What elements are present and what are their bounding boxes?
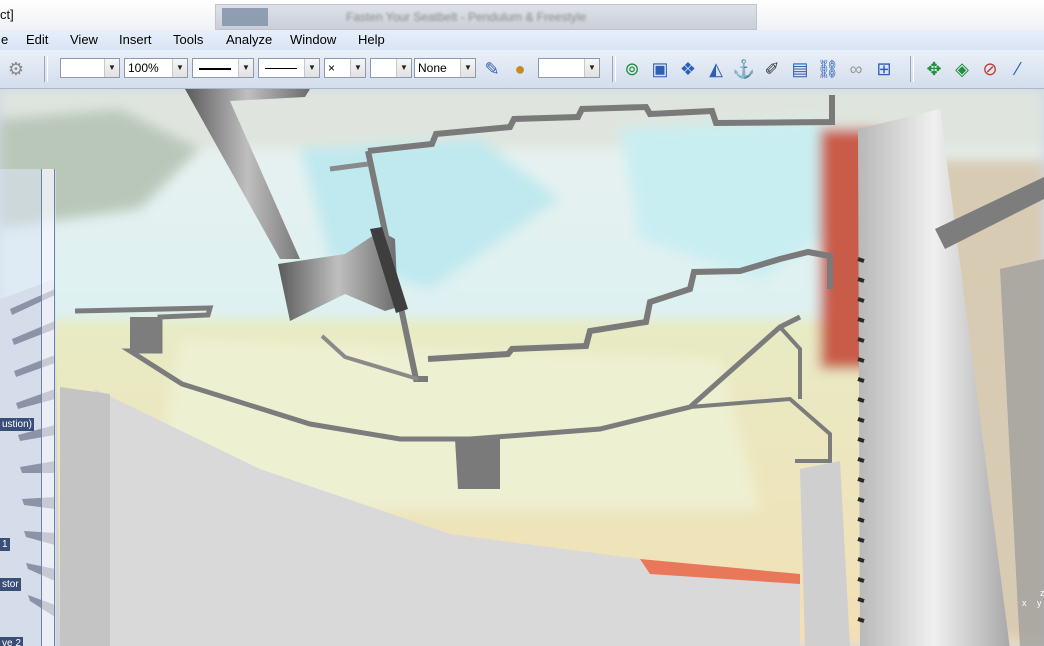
- chevron-down-icon[interactable]: ▼: [238, 59, 253, 77]
- axis-x-label: x: [1022, 598, 1027, 608]
- title-bar: ct] Fasten Your Seatbelt - Pendulum & Fr…: [0, 0, 1044, 31]
- unpin-icon[interactable]: ⊘: [978, 57, 1002, 81]
- material-sphere-icon[interactable]: ●: [508, 57, 532, 81]
- chevron-down-icon[interactable]: ▼: [396, 59, 411, 77]
- grid-icon[interactable]: ⊞: [872, 57, 896, 81]
- tree-item-label[interactable]: stor: [0, 578, 21, 591]
- rotate-icon[interactable]: ◈: [950, 57, 974, 81]
- anchor-icon[interactable]: ⚓: [732, 57, 756, 81]
- toolbar-separator: [44, 56, 48, 82]
- window-title: ct]: [0, 7, 14, 22]
- zoom-combo[interactable]: 100% ▼: [124, 58, 188, 78]
- menu-file[interactable]: e: [0, 32, 9, 47]
- background-window-title: Fasten Your Seatbelt - Pendulum & Freest…: [346, 10, 587, 24]
- sheet-icon[interactable]: ▤: [788, 57, 812, 81]
- lineweight-combo[interactable]: ▼: [258, 58, 320, 78]
- chain-link-icon[interactable]: ⚙: [4, 57, 28, 81]
- background-window-tab: Fasten Your Seatbelt - Pendulum & Freest…: [215, 4, 757, 30]
- menu-bar: e Edit View Insert Tools Analyze Window …: [0, 30, 1044, 50]
- axis-y-label: y: [1037, 598, 1042, 608]
- 3d-viewport[interactable]: ustion) 1 stor ve 2 z x y: [0, 89, 1044, 646]
- layer-combo[interactable]: ▼: [370, 58, 412, 78]
- scene-render[interactable]: [0, 89, 1044, 646]
- tree-item-label[interactable]: ustion): [0, 418, 35, 431]
- left-bracket-part[interactable]: [130, 317, 160, 351]
- menu-analyze[interactable]: Analyze: [225, 32, 273, 47]
- draft-icon[interactable]: ◭: [704, 57, 728, 81]
- move-icon[interactable]: ✥: [922, 57, 946, 81]
- menu-window[interactable]: Window: [289, 32, 337, 47]
- material-combo[interactable]: None ▼: [414, 58, 476, 78]
- box-icon[interactable]: ❖: [676, 57, 700, 81]
- link-icon[interactable]: ∞: [844, 57, 868, 81]
- open-icon[interactable]: ⊚: [620, 57, 644, 81]
- color-combo[interactable]: ▼: [60, 58, 120, 78]
- menu-help[interactable]: Help: [357, 32, 386, 47]
- wand-icon[interactable]: ⁄: [1006, 57, 1030, 81]
- chevron-down-icon[interactable]: ▼: [104, 59, 119, 77]
- explode-icon[interactable]: ▣: [648, 57, 672, 81]
- axis-z-label: z: [1040, 588, 1044, 598]
- toolbar-separator: [910, 56, 914, 82]
- pencil-icon[interactable]: ✐: [760, 57, 784, 81]
- extra-combo[interactable]: ▼: [538, 58, 600, 78]
- menu-insert[interactable]: Insert: [118, 32, 153, 47]
- tree-item-label[interactable]: 1: [0, 538, 10, 551]
- chevron-down-icon[interactable]: ▼: [460, 59, 475, 77]
- left-rim-part[interactable]: [60, 387, 110, 646]
- chevron-down-icon[interactable]: ▼: [172, 59, 187, 77]
- chevron-down-icon[interactable]: ▼: [584, 59, 599, 77]
- paint-icon[interactable]: ✎: [480, 57, 504, 81]
- toolbar: ⚙ ▼ 100% ▼ ▼ ▼ × ▼ ▼ None ▼ ✎ ● ▼ ⊚ ▣ ❖ ◭ ⚓…: [0, 50, 1044, 89]
- axis-compass: z x y: [1022, 588, 1044, 608]
- linetype-combo[interactable]: ▼: [192, 58, 254, 78]
- toolbar-separator: [612, 56, 616, 82]
- menu-tools[interactable]: Tools: [172, 32, 204, 47]
- bottom-bracket-part[interactable]: [455, 439, 500, 489]
- chevron-down-icon[interactable]: ▼: [350, 59, 365, 77]
- tree-item-label[interactable]: ve 2: [0, 637, 23, 646]
- background-window-thumbnail: [222, 8, 268, 26]
- chain-icon[interactable]: ⛓: [816, 57, 840, 81]
- menu-view[interactable]: View: [69, 32, 99, 47]
- point-style-combo[interactable]: × ▼: [324, 58, 366, 78]
- chevron-down-icon[interactable]: ▼: [304, 59, 319, 77]
- feature-tree-scrollbar[interactable]: [41, 169, 55, 646]
- menu-edit[interactable]: Edit: [25, 32, 49, 47]
